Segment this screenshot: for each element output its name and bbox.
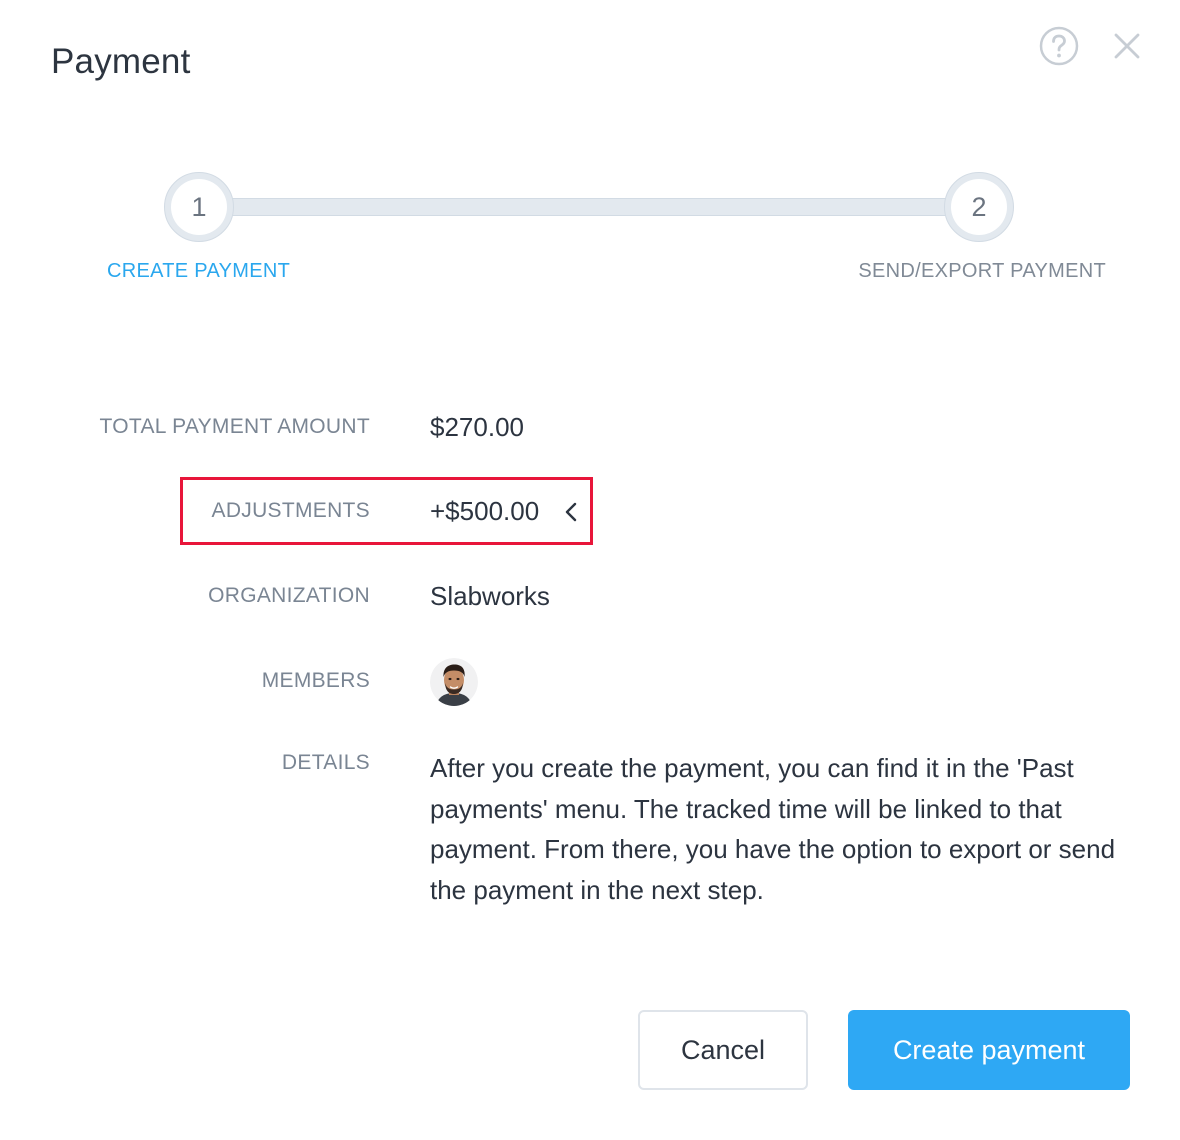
- step-1-label: CREATE PAYMENT: [107, 260, 291, 282]
- adjustments-value: +$500.00: [430, 496, 540, 526]
- total-amount-label: TOTAL PAYMENT AMOUNT: [99, 415, 370, 438]
- dialog-title: Payment: [51, 42, 191, 81]
- organization-label: ORGANIZATION: [208, 584, 370, 607]
- stepper-track: [200, 198, 980, 216]
- details-label: DETAILS: [281, 751, 370, 774]
- step-1-circle: 1: [164, 172, 234, 242]
- avatar-image: [430, 658, 478, 706]
- members-label: MEMBERS: [261, 669, 370, 692]
- cancel-button[interactable]: Cancel: [638, 1010, 808, 1090]
- details-text: After you create the payment, you can fi…: [430, 753, 1116, 905]
- help-circle-icon[interactable]: [1039, 26, 1079, 66]
- adjustments-label: ADJUSTMENTS: [211, 499, 370, 522]
- close-icon[interactable]: [1112, 31, 1142, 61]
- step-2-label: SEND/EXPORT PAYMENT: [858, 260, 1106, 282]
- total-amount-value: $270.00: [430, 412, 524, 442]
- step-2-number: 2: [951, 179, 1007, 235]
- step-2-circle: 2: [944, 172, 1014, 242]
- create-payment-button[interactable]: Create payment: [848, 1010, 1130, 1090]
- step-1-number: 1: [171, 179, 227, 235]
- chevron-left-icon[interactable]: [562, 499, 580, 525]
- organization-value: Slabworks: [430, 581, 550, 611]
- member-avatar[interactable]: [430, 658, 478, 706]
